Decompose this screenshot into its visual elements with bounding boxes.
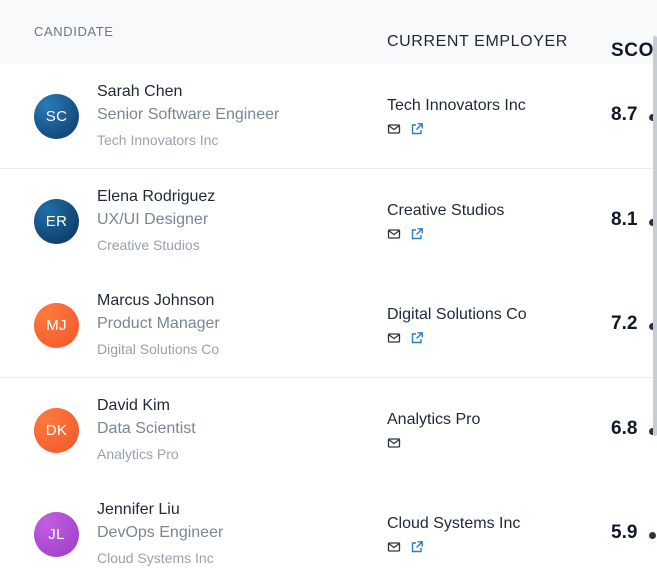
candidate-column-header[interactable]: CANDIDATE [34,24,114,39]
candidate-name[interactable]: Elena Rodriguez [97,188,215,206]
external-link-icon[interactable] [410,122,424,136]
table-row[interactable]: DK David Kim Data Scientist Analytics Pro An… [0,377,657,483]
mail-icon[interactable] [387,122,401,136]
candidate-name[interactable]: Marcus Johnson [97,292,214,310]
candidate-score: 6.8 [611,417,638,439]
avatar: DK [34,407,79,453]
avatar: ER [34,198,79,244]
mail-icon[interactable] [387,436,401,450]
candidate-score: 8.1 [611,208,638,230]
avatar: MJ [34,303,79,348]
candidate-company: Cloud Systems Inc [97,550,214,566]
contact-icons [387,122,424,136]
candidate-company: Digital Solutions Co [97,341,220,357]
external-link-icon[interactable] [410,227,424,241]
candidate-title: DevOps Engineer [97,524,224,541]
candidate-score: 8.7 [611,104,638,125]
avatar: JL [34,512,79,557]
employer-column-header[interactable]: CURRENT EMPLOYER [387,33,568,51]
external-link-icon[interactable] [410,540,424,554]
candidate-name[interactable]: Jennifer Liu [97,501,180,519]
candidates-table: CANDIDATE CURRENT EMPLOYER SCORE SC Sarah… [0,0,657,581]
table-row[interactable]: JL Jennifer Liu DevOps Engineer Cloud Syste… [0,482,657,581]
candidate-company: Analytics Pro [97,445,179,462]
mail-icon[interactable] [387,331,401,345]
current-employer: Tech Innovators Inc [387,97,526,114]
contact-icons [387,227,424,241]
current-employer: Cloud Systems Inc [387,515,521,532]
mail-icon[interactable] [387,540,401,554]
mail-icon[interactable] [387,227,401,241]
table-row[interactable]: SC Sarah Chen Senior Software Engineer Tech… [0,64,657,169]
scrollbar-thumb[interactable] [653,36,657,436]
candidate-name[interactable]: Sarah Chen [97,83,182,101]
contact-icons [387,331,424,345]
contact-icons [387,540,424,554]
candidate-name[interactable]: David Kim [97,397,170,415]
candidate-title: Product Manager [97,315,220,332]
current-employer: Creative Studios [387,201,505,219]
table-header: CANDIDATE CURRENT EMPLOYER SCORE [0,0,657,65]
avatar: SC [34,94,79,139]
contact-icons [387,436,401,450]
candidate-title: UX/UI Designer [97,210,209,228]
current-employer: Digital Solutions Co [387,306,527,323]
candidate-title: Data Scientist [97,419,196,437]
table-row[interactable]: MJ Marcus Johnson Product Manager Digital S… [0,273,657,378]
candidate-score: 7.2 [611,313,638,334]
current-employer: Analytics Pro [387,410,481,428]
candidate-score: 5.9 [611,522,638,543]
table-row[interactable]: ER Elena Rodriguez UX/UI Designer Creative … [0,168,657,274]
candidate-company: Creative Studios [97,236,200,253]
score-column-header[interactable]: SCORE [611,40,657,62]
vertical-scrollbar[interactable] [653,0,657,581]
external-link-icon[interactable] [410,331,424,345]
candidate-title: Senior Software Engineer [97,106,280,123]
candidate-company: Tech Innovators Inc [97,132,219,148]
